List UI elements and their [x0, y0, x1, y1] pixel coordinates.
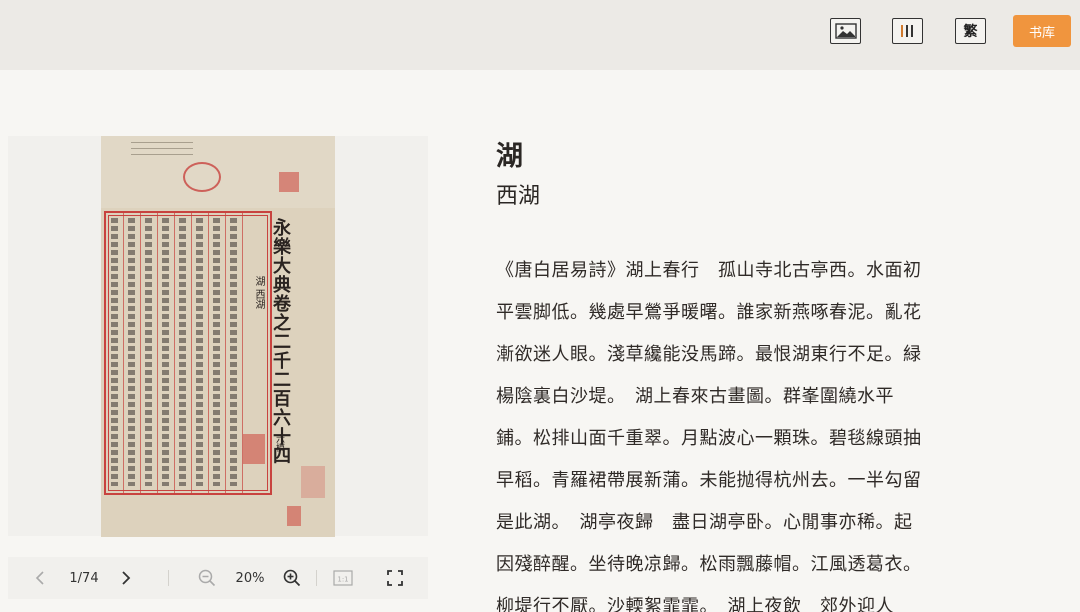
text-line: 是此湖。 湖亭夜歸 盡日湖亭卧。心閒事亦稀。起 [496, 512, 913, 533]
handwritten-note [131, 142, 193, 160]
lower-seal [287, 506, 301, 526]
image-view-button[interactable] [830, 18, 861, 44]
traditional-chinese-toggle[interactable]: 繁 [955, 18, 986, 44]
scan-juan-label: 六模 [274, 434, 284, 452]
library-button[interactable]: 书库 [1013, 15, 1071, 47]
round-stamp [183, 162, 221, 192]
fullscreen-icon [387, 570, 403, 586]
article-subtitle: 西湖 [496, 184, 541, 209]
scan-volume-title: 永樂大典卷之二千二百六十四 [270, 218, 291, 465]
actual-size-button[interactable]: 1:1 [331, 557, 355, 599]
zoom-level: 20% [235, 570, 265, 586]
text-line: 《唐白居易詩》湖上春行 孤山寺北古亭西。水面初 [496, 260, 922, 281]
manuscript-scan-image: 湖 西湖 永樂大典卷之二千二百六十四 六模 [101, 136, 335, 537]
chevron-right-icon [122, 571, 131, 585]
chevron-left-icon [35, 571, 44, 585]
article-panel: 湖 西湖 《唐白居易詩》湖上春行 孤山寺北古亭西。水面初 平雲脚低。幾處早鶯爭暖… [496, 138, 1056, 612]
text-line: 楊陰裏白沙堤。 湖上春來古畫圖。群峯圍繞水平 [496, 386, 894, 407]
actual-size-icon: 1:1 [333, 570, 353, 586]
divider [316, 570, 317, 586]
viewer-controls: 1/74 20% 1:1 [8, 557, 428, 599]
text-line: 漸欲迷人眼。淺草纔能没馬蹄。最恨湖東行不足。緑 [496, 344, 922, 365]
zoom-out-button[interactable] [196, 557, 218, 599]
zoom-in-button[interactable] [281, 557, 303, 599]
article-body: 《唐白居易詩》湖上春行 孤山寺北古亭西。水面初 平雲脚低。幾處早鶯爭暖曙。誰家新… [496, 250, 942, 612]
image-view-icon [834, 23, 857, 39]
previous-page-button[interactable] [30, 557, 50, 599]
scan-viewer[interactable]: 湖 西湖 永樂大典卷之二千二百六十四 六模 [8, 136, 428, 537]
next-page-button[interactable] [116, 557, 136, 599]
text-line: 早稻。青羅裙帶展新蒲。未能抛得杭州去。一半勾留 [496, 470, 922, 491]
divider [168, 570, 169, 586]
columns-view-button[interactable] [892, 18, 923, 44]
zoom-in-icon [283, 569, 301, 587]
top-toolbar: 繁 书库 [0, 0, 1080, 70]
text-line: 平雲脚低。幾處早鶯爭暖曙。誰家新燕啄春泥。亂花 [496, 302, 922, 323]
fullscreen-button[interactable] [384, 557, 406, 599]
text-line: 鋪。松排山面千重翠。月點波心一顆珠。碧毯線頭抽 [496, 428, 922, 449]
text-line: 因殘醉醒。坐待晚凉歸。松雨飄藤帽。江風透葛衣。 [496, 554, 922, 575]
corner-seal [279, 172, 299, 192]
text-line: 柳堤行不厭。沙輭絮霏霏。 湖上夜飲 郊外迎人 [496, 596, 894, 612]
zoom-out-icon [198, 569, 216, 587]
side-seal [301, 466, 325, 498]
page-indicator: 1/74 [69, 570, 99, 586]
article-title: 湖 [496, 141, 523, 172]
scan-subheading: 湖 西湖 [253, 276, 264, 310]
svg-text:1:1: 1:1 [337, 576, 348, 584]
columns-icon [900, 25, 913, 37]
